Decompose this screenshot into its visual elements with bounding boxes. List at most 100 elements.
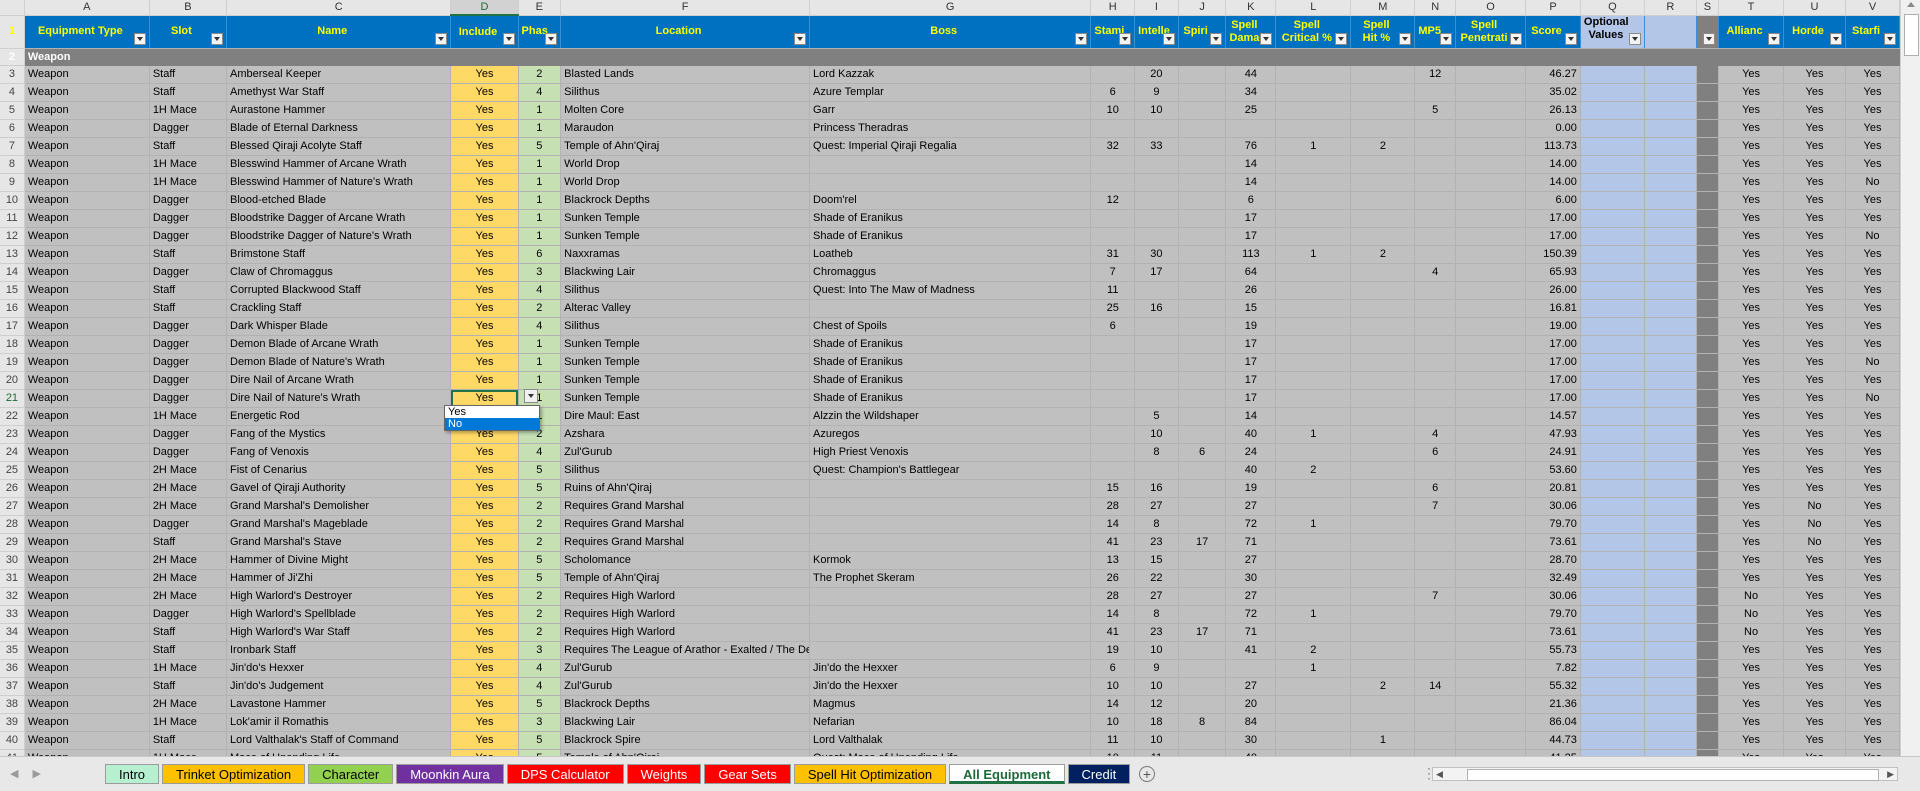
cell-spell-hit[interactable] bbox=[1350, 623, 1416, 642]
cell-mp5[interactable] bbox=[1414, 461, 1456, 480]
cell-spell-pen[interactable] bbox=[1455, 479, 1527, 498]
cell-spell-crit[interactable] bbox=[1275, 101, 1352, 120]
cell-equipment-type[interactable]: Weapon bbox=[24, 659, 150, 678]
cell-include[interactable]: Yes bbox=[450, 173, 519, 192]
cell-optional-r[interactable] bbox=[1644, 317, 1697, 336]
cell-spirit[interactable] bbox=[1178, 659, 1227, 678]
cell-phase[interactable]: 1 bbox=[518, 371, 562, 390]
cell-slot[interactable]: 2H Mace bbox=[149, 479, 228, 498]
cell-optional-r[interactable] bbox=[1644, 515, 1697, 534]
cell-phase[interactable]: 5 bbox=[518, 137, 562, 156]
cell-equipment-type[interactable]: Weapon bbox=[24, 569, 150, 588]
column-header-B[interactable]: B bbox=[149, 0, 228, 16]
cell-equipment-type[interactable]: Weapon bbox=[24, 245, 150, 264]
cell-name[interactable]: Lord Valthalak's Staff of Command bbox=[226, 731, 452, 750]
cell-slot[interactable]: Dagger bbox=[149, 119, 228, 138]
cell-name[interactable]: High Warlord's Destroyer bbox=[226, 587, 452, 606]
cell-s[interactable] bbox=[1696, 641, 1720, 660]
cell-phase[interactable]: 2 bbox=[518, 65, 562, 84]
cell-score[interactable]: 24.91 bbox=[1525, 443, 1581, 462]
cell-stamina[interactable]: 14 bbox=[1090, 515, 1136, 534]
cell-name[interactable]: Blood-etched Blade bbox=[226, 191, 452, 210]
cell-starfire[interactable]: Yes bbox=[1845, 263, 1900, 282]
cell-score[interactable]: 53.60 bbox=[1525, 461, 1581, 480]
cell-intellect[interactable] bbox=[1134, 389, 1179, 408]
cell-optional-q[interactable] bbox=[1580, 407, 1645, 426]
cell-name[interactable]: Dire Nail of Arcane Wrath bbox=[226, 371, 452, 390]
cell-name[interactable]: Crackling Staff bbox=[226, 299, 452, 318]
cell-location[interactable]: Sunken Temple bbox=[560, 227, 811, 246]
cell-equipment-type[interactable]: Weapon bbox=[24, 191, 150, 210]
cell-stamina[interactable]: 10 bbox=[1090, 713, 1136, 732]
cell-equipment-type[interactable]: Weapon bbox=[24, 137, 150, 156]
cell-name[interactable]: Grand Marshal's Stave bbox=[226, 533, 452, 552]
cell-spell-crit[interactable] bbox=[1275, 587, 1352, 606]
cell-score[interactable]: 79.70 bbox=[1525, 515, 1581, 534]
column-header-J[interactable]: J bbox=[1178, 0, 1227, 16]
cell-location[interactable]: Silithus bbox=[560, 281, 811, 300]
dropdown-option-no[interactable]: No bbox=[445, 418, 539, 430]
cell-spell-pen[interactable] bbox=[1455, 497, 1527, 516]
cell-optional-r[interactable] bbox=[1644, 65, 1697, 84]
cell-include[interactable]: Yes bbox=[450, 731, 519, 750]
cell-horde[interactable]: Yes bbox=[1783, 317, 1846, 336]
cell-spell-hit[interactable] bbox=[1350, 497, 1416, 516]
cell-spirit[interactable] bbox=[1178, 173, 1227, 192]
row-header-13[interactable]: 13 bbox=[0, 245, 25, 264]
cell-horde[interactable]: Yes bbox=[1783, 173, 1846, 192]
cell-slot[interactable]: Staff bbox=[149, 245, 228, 264]
cell-boss[interactable] bbox=[809, 299, 1092, 318]
cell-include[interactable]: Yes bbox=[450, 659, 519, 678]
cell-intellect[interactable]: 23 bbox=[1134, 533, 1179, 552]
cell-s[interactable] bbox=[1696, 533, 1720, 552]
cell-optional-q[interactable] bbox=[1580, 155, 1645, 174]
cell-score[interactable]: 26.13 bbox=[1525, 101, 1581, 120]
cell-starfire[interactable]: Yes bbox=[1845, 317, 1900, 336]
cell-boss[interactable]: Jin'do the Hexxer bbox=[809, 677, 1092, 696]
cell-alliance[interactable]: Yes bbox=[1718, 137, 1785, 156]
cell-optional-r[interactable] bbox=[1644, 533, 1697, 552]
cell-horde[interactable]: Yes bbox=[1783, 119, 1846, 138]
cell-stamina[interactable] bbox=[1090, 425, 1136, 444]
cell-stamina[interactable]: 11 bbox=[1090, 281, 1136, 300]
row-header-39[interactable]: 39 bbox=[0, 713, 25, 732]
cell-spell-crit[interactable] bbox=[1275, 209, 1352, 228]
cell-spell-crit[interactable] bbox=[1275, 407, 1352, 426]
cell-spirit[interactable]: 17 bbox=[1178, 533, 1227, 552]
cell-include[interactable]: Yes bbox=[450, 155, 519, 174]
cell-location[interactable]: Requires Grand Marshal bbox=[560, 533, 811, 552]
cell-horde[interactable]: Yes bbox=[1783, 479, 1846, 498]
cell-spirit[interactable] bbox=[1178, 191, 1227, 210]
cell-include[interactable]: Yes bbox=[450, 191, 519, 210]
cell-intellect[interactable]: 10 bbox=[1134, 101, 1179, 120]
cell-stamina[interactable]: 41 bbox=[1090, 623, 1136, 642]
cell-spell-pen[interactable] bbox=[1455, 389, 1527, 408]
row-header-7[interactable]: 7 bbox=[0, 137, 25, 156]
cell-equipment-type[interactable]: Weapon bbox=[24, 443, 150, 462]
cell-optional-q[interactable] bbox=[1580, 65, 1645, 84]
cell-spell-pen[interactable] bbox=[1455, 407, 1527, 426]
cell-stamina[interactable]: 25 bbox=[1090, 299, 1136, 318]
cell-optional-r[interactable] bbox=[1644, 389, 1697, 408]
cell-spell-hit[interactable] bbox=[1350, 389, 1416, 408]
cell-spell-crit[interactable] bbox=[1275, 677, 1352, 696]
cell-horde[interactable]: Yes bbox=[1783, 263, 1846, 282]
cell-score[interactable]: 150.39 bbox=[1525, 245, 1581, 264]
row-header-24[interactable]: 24 bbox=[0, 443, 25, 462]
cell-equipment-type[interactable]: Weapon bbox=[24, 479, 150, 498]
cell-boss[interactable]: Magmus bbox=[809, 695, 1092, 714]
cell-name[interactable]: Blesswind Hammer of Nature's Wrath bbox=[226, 173, 452, 192]
cell-equipment-type[interactable]: Weapon bbox=[24, 407, 150, 426]
cell-optional-r[interactable] bbox=[1644, 641, 1697, 660]
cell-equipment-type[interactable]: Weapon bbox=[24, 101, 150, 120]
cell-spell-crit[interactable] bbox=[1275, 227, 1352, 246]
filter-dropdown-icon[interactable] bbox=[1830, 33, 1842, 45]
cell-phase[interactable]: 1 bbox=[518, 155, 562, 174]
cell-phase[interactable]: 2 bbox=[518, 515, 562, 534]
cell-optional-q[interactable] bbox=[1580, 461, 1645, 480]
cell-s[interactable] bbox=[1696, 371, 1720, 390]
cell-stamina[interactable]: 13 bbox=[1090, 551, 1136, 570]
row-header-20[interactable]: 20 bbox=[0, 371, 25, 390]
cell-boss[interactable]: Shade of Eranikus bbox=[809, 209, 1092, 228]
cell-spell-crit[interactable]: 1 bbox=[1275, 425, 1352, 444]
